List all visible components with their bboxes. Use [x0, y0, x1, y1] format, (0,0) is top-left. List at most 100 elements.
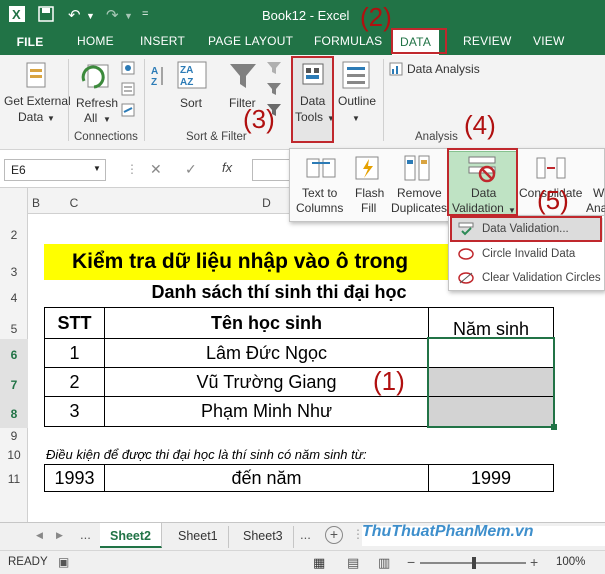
- chevron-down-icon[interactable]: ▼: [47, 111, 55, 126]
- menu-item-clear-circles[interactable]: Clear Validation Circles: [482, 272, 601, 284]
- row-header-2[interactable]: 2: [0, 228, 28, 242]
- header-stt[interactable]: STT: [44, 307, 105, 339]
- cell-from-year[interactable]: 1993: [44, 464, 105, 492]
- zoom-out-icon[interactable]: −: [407, 554, 415, 570]
- get-external-label[interactable]: Get External: [4, 94, 71, 109]
- redo-icon[interactable]: ↷: [106, 6, 119, 24]
- reapply-icon[interactable]: [266, 82, 282, 99]
- zoom-slider-thumb[interactable]: [472, 557, 476, 569]
- cell-birth-year[interactable]: [428, 367, 554, 397]
- clear-filter-icon[interactable]: [266, 61, 282, 78]
- tab-page-layout[interactable]: PAGE LAYOUT: [208, 34, 293, 48]
- flash-fill-icon[interactable]: [355, 155, 381, 184]
- save-icon[interactable]: [38, 6, 54, 26]
- cell-stt[interactable]: 1: [44, 338, 105, 368]
- row-header-3[interactable]: 3: [0, 265, 28, 279]
- text-to-columns-label-2[interactable]: Columns: [296, 201, 343, 216]
- row-header-5[interactable]: 5: [0, 322, 28, 336]
- prev-sheet-icon[interactable]: ◀: [36, 530, 43, 541]
- tab-file[interactable]: FILE: [0, 30, 60, 55]
- column-header-c[interactable]: C: [44, 196, 104, 214]
- insert-function-icon[interactable]: fx: [222, 160, 232, 175]
- edit-links-icon[interactable]: [121, 103, 135, 120]
- cell-to-year[interactable]: 1999: [428, 464, 554, 492]
- cell-stt[interactable]: 2: [44, 367, 105, 397]
- add-sheet-icon[interactable]: +: [325, 526, 343, 544]
- cell-name[interactable]: Lâm Đức Ngọc: [104, 338, 429, 368]
- tab-insert[interactable]: INSERT: [140, 34, 185, 48]
- refresh-icon[interactable]: [80, 61, 114, 94]
- tab-review[interactable]: REVIEW: [463, 34, 512, 48]
- cell-name[interactable]: Phạm Minh Như: [104, 396, 429, 427]
- text-to-columns-label[interactable]: Text to: [302, 186, 337, 201]
- row-header-11[interactable]: 11: [0, 472, 28, 486]
- more-sheets-icon[interactable]: ...: [80, 527, 91, 542]
- text-to-columns-icon[interactable]: [306, 155, 336, 184]
- flash-fill-label[interactable]: Flash: [355, 186, 384, 201]
- filter-icon[interactable]: [228, 61, 258, 94]
- fill-handle[interactable]: [551, 424, 557, 430]
- sort-icon[interactable]: ZA AZ: [177, 61, 207, 92]
- zoom-level[interactable]: 100%: [556, 556, 585, 568]
- row-header-9[interactable]: 9: [0, 429, 28, 443]
- row-header-6[interactable]: 6: [0, 348, 28, 362]
- chevron-down-icon[interactable]: ▼: [352, 111, 360, 126]
- get-external-data-icon[interactable]: [24, 61, 50, 94]
- page-layout-view-icon[interactable]: ▤: [347, 555, 359, 571]
- column-header-b[interactable]: B: [28, 196, 44, 214]
- enter-icon[interactable]: ✓: [185, 161, 197, 178]
- sort-az-icon[interactable]: AZ: [150, 63, 166, 100]
- sort-label[interactable]: Sort: [180, 96, 202, 111]
- data-analysis-label[interactable]: Data Analysis: [407, 62, 480, 77]
- sheet-tab-sheet3[interactable]: Sheet3: [233, 526, 294, 548]
- tab-home[interactable]: HOME: [77, 34, 114, 48]
- refresh-label[interactable]: Refresh: [76, 96, 118, 111]
- outline-icon[interactable]: [342, 61, 370, 92]
- redo-dropdown-icon[interactable]: ▼: [124, 11, 133, 21]
- next-sheet-icon[interactable]: ▶: [56, 530, 63, 541]
- row-header-10[interactable]: 10: [0, 448, 28, 462]
- properties-icon[interactable]: [121, 82, 135, 99]
- remove-duplicates-label[interactable]: Remove: [397, 186, 442, 201]
- row-header-8[interactable]: 8: [0, 407, 28, 421]
- tab-view[interactable]: VIEW: [533, 34, 564, 48]
- consolidate-icon[interactable]: [536, 155, 566, 184]
- refresh-all-label[interactable]: All: [84, 111, 97, 126]
- name-box[interactable]: E6: [4, 159, 106, 181]
- sheet-tab-sheet1[interactable]: Sheet1: [168, 526, 229, 548]
- normal-view-icon[interactable]: ▦: [313, 555, 325, 571]
- sheet-tab-sheet2[interactable]: Sheet2: [100, 523, 162, 548]
- what-if-label-2[interactable]: Ana: [586, 201, 605, 216]
- zoom-in-icon[interactable]: +: [530, 554, 538, 570]
- more-sheets-icon[interactable]: ...: [300, 527, 311, 542]
- menu-item-circle-invalid[interactable]: Circle Invalid Data: [482, 248, 575, 260]
- page-break-view-icon[interactable]: ▥: [378, 555, 390, 571]
- undo-dropdown-icon[interactable]: ▼: [86, 11, 95, 21]
- sheet-subtitle[interactable]: Danh sách thí sinh thi đại học: [104, 282, 454, 306]
- flash-fill-label-2[interactable]: Fill: [361, 201, 376, 216]
- connections-icon[interactable]: [121, 61, 135, 78]
- get-external-label-2[interactable]: Data: [18, 110, 43, 125]
- outline-label[interactable]: Outline: [338, 94, 376, 109]
- chevron-down-icon[interactable]: ▼: [103, 112, 111, 127]
- cell-stt[interactable]: 3: [44, 396, 105, 427]
- cell-birth-year[interactable]: [428, 396, 554, 427]
- header-birth-year[interactable]: Năm sinh: [428, 307, 554, 339]
- data-analysis-icon[interactable]: [389, 62, 403, 79]
- remove-duplicates-icon[interactable]: [404, 154, 432, 185]
- remove-duplicates-label-2[interactable]: Duplicates: [391, 201, 447, 216]
- header-name[interactable]: Tên học sinh: [104, 307, 429, 339]
- formula-input[interactable]: [252, 159, 292, 181]
- condition-text[interactable]: Điều kiện để được thi đại học là thí sin…: [46, 447, 367, 462]
- row-header-4[interactable]: 4: [0, 291, 28, 305]
- tab-formulas[interactable]: FORMULAS: [314, 34, 382, 48]
- cell-birth-year[interactable]: [428, 338, 554, 368]
- chevron-down-icon[interactable]: ▼: [93, 164, 101, 173]
- customize-qa-icon[interactable]: =: [142, 8, 148, 20]
- what-if-label[interactable]: Wh: [593, 186, 605, 201]
- cancel-icon[interactable]: ✕: [150, 161, 162, 178]
- row-header-7[interactable]: 7: [0, 378, 28, 392]
- undo-icon[interactable]: ↶: [68, 6, 81, 24]
- macro-record-icon[interactable]: ▣: [58, 555, 69, 569]
- cell-to-label[interactable]: đến năm: [104, 464, 429, 492]
